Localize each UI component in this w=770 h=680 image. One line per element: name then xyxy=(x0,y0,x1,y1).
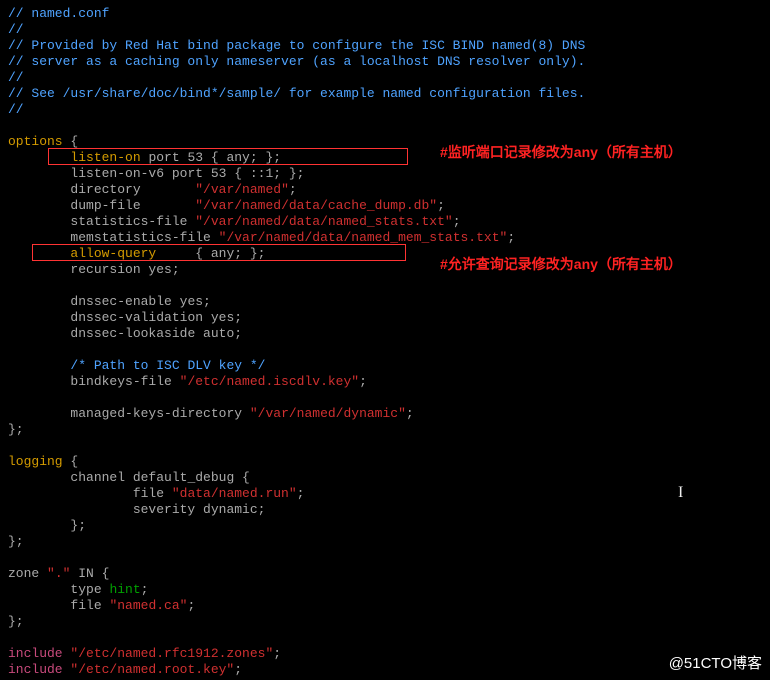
string: "/etc/named.iscdlv.key" xyxy=(180,374,359,389)
code-block: // named.conf // // Provided by Red Hat … xyxy=(8,6,585,678)
code-text: directory xyxy=(70,182,195,197)
comment: // named.conf xyxy=(8,6,109,21)
string: "named.ca" xyxy=(109,598,187,613)
code-text: dnssec-lookaside auto; xyxy=(70,326,242,341)
semicolon: ; xyxy=(437,198,445,213)
code-text: dump-file xyxy=(70,198,195,213)
keyword-listen-on: listen-on xyxy=(70,150,140,165)
code-text: bindkeys-file xyxy=(70,374,179,389)
semicolon: ; xyxy=(453,214,461,229)
semicolon: ; xyxy=(297,486,305,501)
string: "/var/named/dynamic" xyxy=(250,406,406,421)
comment: // Provided by Red Hat bind package to c… xyxy=(8,38,585,53)
string: "/var/named/data/cache_dump.db" xyxy=(195,198,437,213)
comment: // server as a caching only nameserver (… xyxy=(8,54,585,69)
semicolon: ; xyxy=(234,662,242,677)
semicolon: ; xyxy=(141,582,149,597)
annotation-allow-query: #允许查询记录修改为any（所有主机） xyxy=(440,256,682,272)
comment: // xyxy=(8,22,24,37)
keyword-options: options xyxy=(8,134,63,149)
code-text: listen-on-v6 port 53 { ::1; }; xyxy=(70,166,304,181)
comment: // xyxy=(8,102,24,117)
comment: /* Path to ISC DLV key */ xyxy=(70,358,265,373)
code-text: channel default_debug { xyxy=(70,470,249,485)
string: "data/named.run" xyxy=(172,486,297,501)
semicolon: ; xyxy=(406,406,414,421)
code-text: type xyxy=(70,582,109,597)
semicolon: ; xyxy=(273,646,281,661)
text-cursor-icon: I xyxy=(678,485,683,501)
code-text: statistics-file xyxy=(70,214,195,229)
semicolon: ; xyxy=(289,182,297,197)
brace-close: }; xyxy=(70,518,86,533)
watermark: @51CTO博客 xyxy=(669,656,762,672)
brace-close: }; xyxy=(8,614,24,629)
brace: { xyxy=(63,454,79,469)
brace: { xyxy=(63,134,79,149)
keyword-include: include xyxy=(8,646,63,661)
string: "." xyxy=(47,566,70,581)
semicolon: ; xyxy=(507,230,515,245)
comment: // xyxy=(8,70,24,85)
string: "/etc/named.rfc1912.zones" xyxy=(63,646,274,661)
code-text: { any; }; xyxy=(156,246,265,261)
brace-close: }; xyxy=(8,534,24,549)
code-text: managed-keys-directory xyxy=(70,406,249,421)
string: "/var/named/data/named_mem_stats.txt" xyxy=(219,230,508,245)
comment: // See /usr/share/doc/bind*/sample/ for … xyxy=(8,86,585,101)
semicolon: ; xyxy=(359,374,367,389)
code-text: zone xyxy=(8,566,47,581)
code-text: severity dynamic; xyxy=(133,502,266,517)
value: hint xyxy=(109,582,140,597)
string: "/var/named" xyxy=(195,182,289,197)
keyword-include: include xyxy=(8,662,63,677)
annotation-listen: #监听端口记录修改为any（所有主机） xyxy=(440,144,682,160)
code-text: dnssec-enable yes; xyxy=(70,294,210,309)
code-text: IN { xyxy=(70,566,109,581)
code-text: file xyxy=(70,598,109,613)
code-text: port 53 { any; }; xyxy=(141,150,281,165)
keyword-allow-query: allow-query xyxy=(70,246,156,261)
code-text: dnssec-validation yes; xyxy=(70,310,242,325)
brace-close: }; xyxy=(8,422,24,437)
code-text: memstatistics-file xyxy=(70,230,218,245)
string: "/etc/named.root.key" xyxy=(63,662,235,677)
semicolon: ; xyxy=(187,598,195,613)
keyword-logging: logging xyxy=(8,454,63,469)
code-text: recursion yes; xyxy=(70,262,179,277)
string: "/var/named/data/named_stats.txt" xyxy=(195,214,452,229)
code-text: file xyxy=(133,486,172,501)
